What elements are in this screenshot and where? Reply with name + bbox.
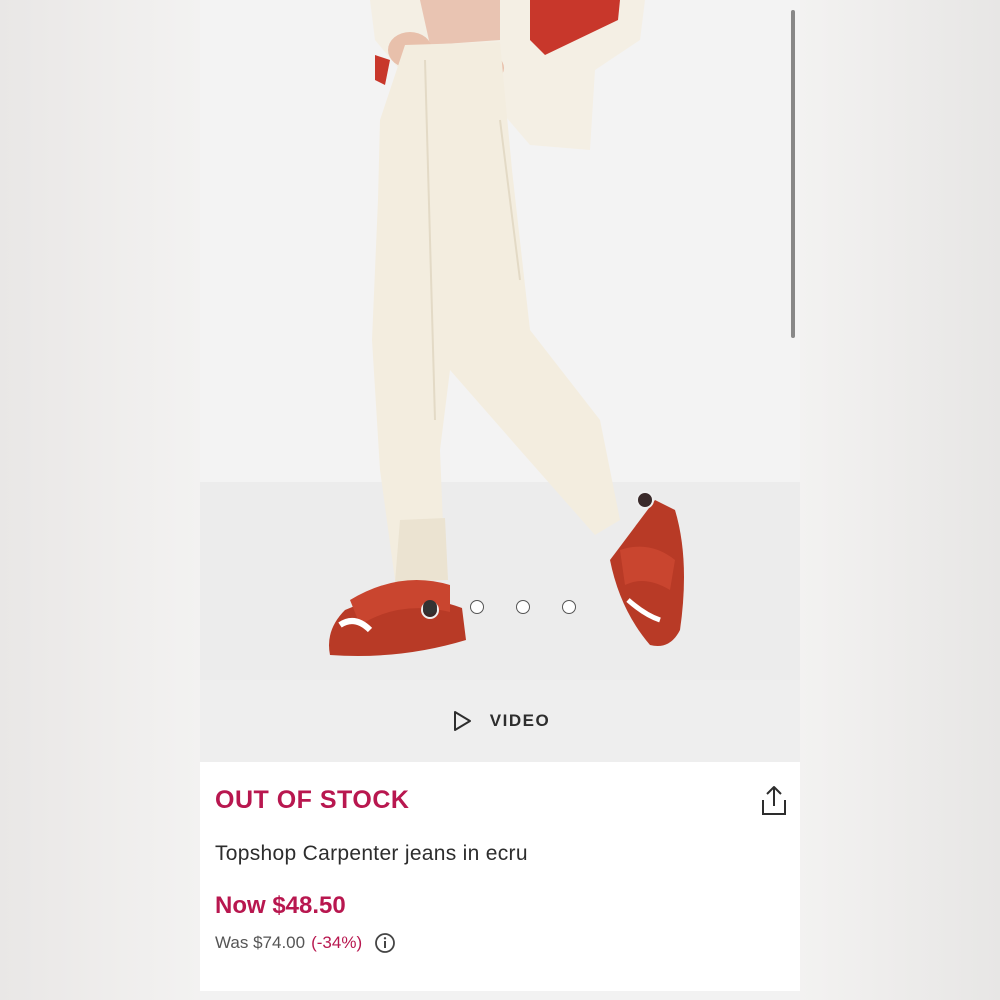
divider: [200, 991, 800, 1000]
product-image: [200, 0, 800, 680]
gallery-dot-1[interactable]: [423, 600, 437, 614]
gallery-dot-3[interactable]: [516, 600, 530, 614]
video-label: VIDEO: [489, 711, 551, 730]
previous-price-row: Was $74.00 (-34%): [215, 932, 396, 954]
product-title: Topshop Carpenter jeans in ecru: [215, 842, 528, 865]
play-icon: [453, 711, 471, 731]
share-icon[interactable]: [758, 784, 790, 818]
product-page: VIDEO OUT OF STOCK Topshop Carpenter jea…: [200, 0, 800, 1000]
info-icon[interactable]: [374, 932, 396, 954]
background-blur-right: [800, 0, 1000, 1000]
was-price: Was $74.00: [215, 933, 306, 952]
stock-status: OUT OF STOCK: [215, 786, 410, 814]
discount-badge: (-34%): [311, 933, 363, 952]
gallery-dot-4[interactable]: [562, 600, 576, 614]
video-button[interactable]: VIDEO: [200, 680, 800, 762]
background-blur-left: [0, 0, 200, 1000]
product-info: OUT OF STOCK Topshop Carpenter jeans in …: [200, 762, 800, 1000]
product-image-gallery[interactable]: [200, 0, 800, 680]
gallery-pagination: [200, 600, 800, 620]
current-price: Now $48.50: [215, 892, 346, 919]
gallery-dot-2[interactable]: [470, 600, 484, 614]
scrollbar[interactable]: [791, 10, 795, 338]
